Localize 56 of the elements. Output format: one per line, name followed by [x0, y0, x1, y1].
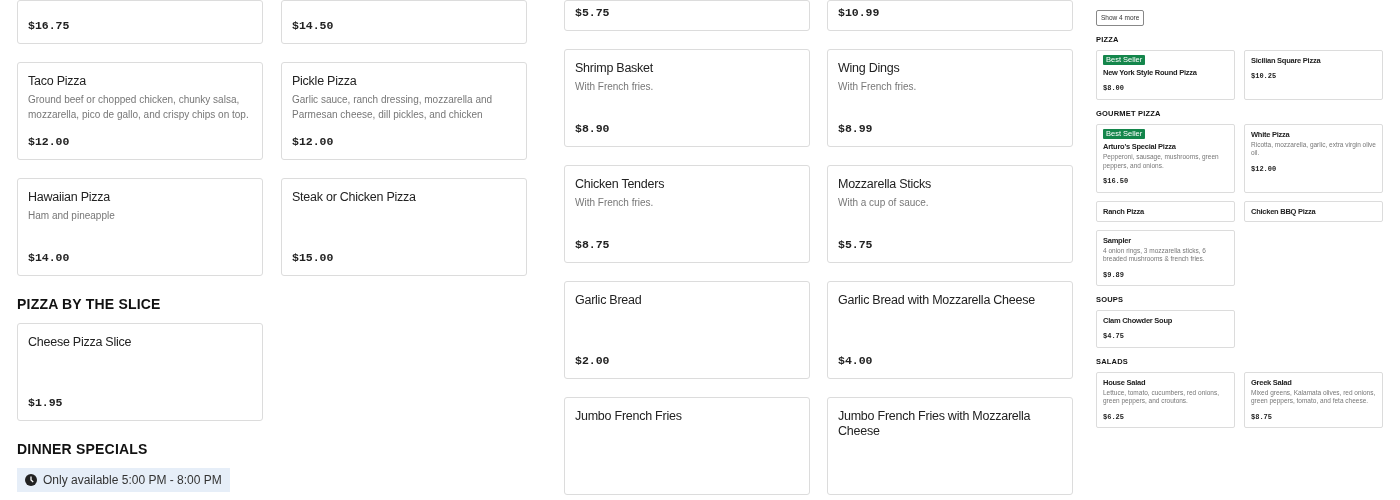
item-price: $4.00 [838, 352, 873, 369]
menu-item-card[interactable]: Jumbo French Fries with Mozzarella Cheese [827, 397, 1073, 495]
menu-item-card[interactable]: Shrimp Basket With French fries. $8.90 [564, 49, 810, 147]
item-price: $5.75 [575, 4, 610, 21]
menu-item-card[interactable]: Garlic Bread with Mozzarella Cheese $4.00 [827, 281, 1073, 379]
item-price: $14.50 [292, 17, 334, 34]
item-description: With French fries. [575, 80, 654, 94]
item-price: $5.75 [838, 236, 873, 253]
item-description: Ground beef or chopped chicken, chunky salsa, mozzarella, pico de gallo, and crispy chips on top. [28, 93, 250, 122]
item-name: Jumbo French Fries with Mozzarella Cheese [838, 409, 1032, 439]
item-price: $8.90 [575, 120, 610, 137]
menu-item-card[interactable]: Hawaiian Pizza Ham and pineapple $14.00 [17, 178, 263, 276]
item-price: $8.75 [575, 236, 610, 253]
item-price: $12.00 [28, 133, 70, 150]
menu-item-card[interactable]: Wing Dings With French fries. $8.99 [827, 49, 1073, 147]
item-description: With French fries. [838, 80, 917, 94]
item-name: Hawaiian Pizza [28, 190, 110, 205]
item-price: $8.99 [838, 120, 873, 137]
menu-item-card[interactable]: $14.50 [281, 0, 527, 44]
item-name: Chicken Tenders [575, 177, 665, 192]
item-name: Wing Dings [838, 61, 900, 76]
section-heading: DINNER SPECIALS [17, 440, 149, 459]
menu-item-card[interactable]: Garlic Bread $2.00 [564, 281, 810, 379]
menu-item-card[interactable]: Chicken Tenders With French fries. $8.75 [564, 165, 810, 263]
menu-item-card[interactable]: Steak or Chicken Pizza $15.00 [281, 178, 527, 276]
item-price: $1.95 [28, 394, 63, 411]
item-name: Steak or Chicken Pizza [292, 190, 416, 205]
item-price: $2.00 [575, 352, 610, 369]
item-price: $12.00 [292, 133, 334, 150]
item-name: Garlic Bread [575, 293, 642, 308]
item-description: With a cup of sauce. [838, 196, 929, 210]
item-description: With French fries. [575, 196, 654, 210]
menu-item-card[interactable]: $5.75 [564, 0, 810, 31]
menu-item-card[interactable]: Pickle Pizza Garlic sauce, ranch dressing, mozzarella and Parmesan cheese, dill pickles, and chicken $12.00 [281, 62, 527, 160]
item-description: Garlic sauce, ranch dressing, mozzarella and Parmesan cheese, dill pickles, and chicken [292, 93, 494, 122]
item-name: Jumbo French Fries [575, 409, 682, 424]
item-name: Taco Pizza [28, 74, 86, 89]
menu-item-card[interactable]: Taco Pizza Ground beef or chopped chicken, chunky salsa, mozzarella, pico de gallo, and crispy chips on top. $12.00 [17, 62, 263, 160]
item-price: $15.00 [292, 249, 334, 266]
item-price: $10.99 [838, 4, 880, 21]
clock-icon [25, 474, 37, 486]
item-name: Mozzarella Sticks [838, 177, 931, 192]
item-name: Pickle Pizza [292, 74, 357, 89]
menu-item-card[interactable]: Cheese Pizza Slice $1.95 [17, 323, 263, 421]
item-description: Ham and pineapple [28, 209, 115, 223]
item-price: $16.75 [28, 17, 70, 34]
menu-item-card[interactable]: Jumbo French Fries [564, 397, 810, 495]
section-heading: PIZZA BY THE SLICE [17, 295, 162, 314]
menu-item-card[interactable]: $10.99 [827, 0, 1073, 31]
item-name: Garlic Bread with Mozzarella Cheese [838, 293, 1035, 308]
notice-text: Only available 5:00 PM - 8:00 PM [43, 472, 222, 489]
item-name: Cheese Pizza Slice [28, 335, 132, 350]
item-price: $14.00 [28, 249, 70, 266]
menu-item-card[interactable]: Mozzarella Sticks With a cup of sauce. $5.75 [827, 165, 1073, 263]
menu-item-card[interactable]: $16.75 [17, 0, 263, 44]
item-name: Shrimp Basket [575, 61, 654, 76]
